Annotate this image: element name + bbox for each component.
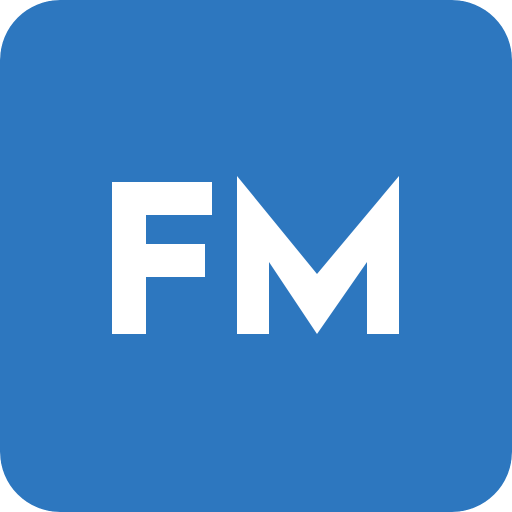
app-icon xyxy=(0,0,512,512)
fm-logo xyxy=(0,0,512,512)
